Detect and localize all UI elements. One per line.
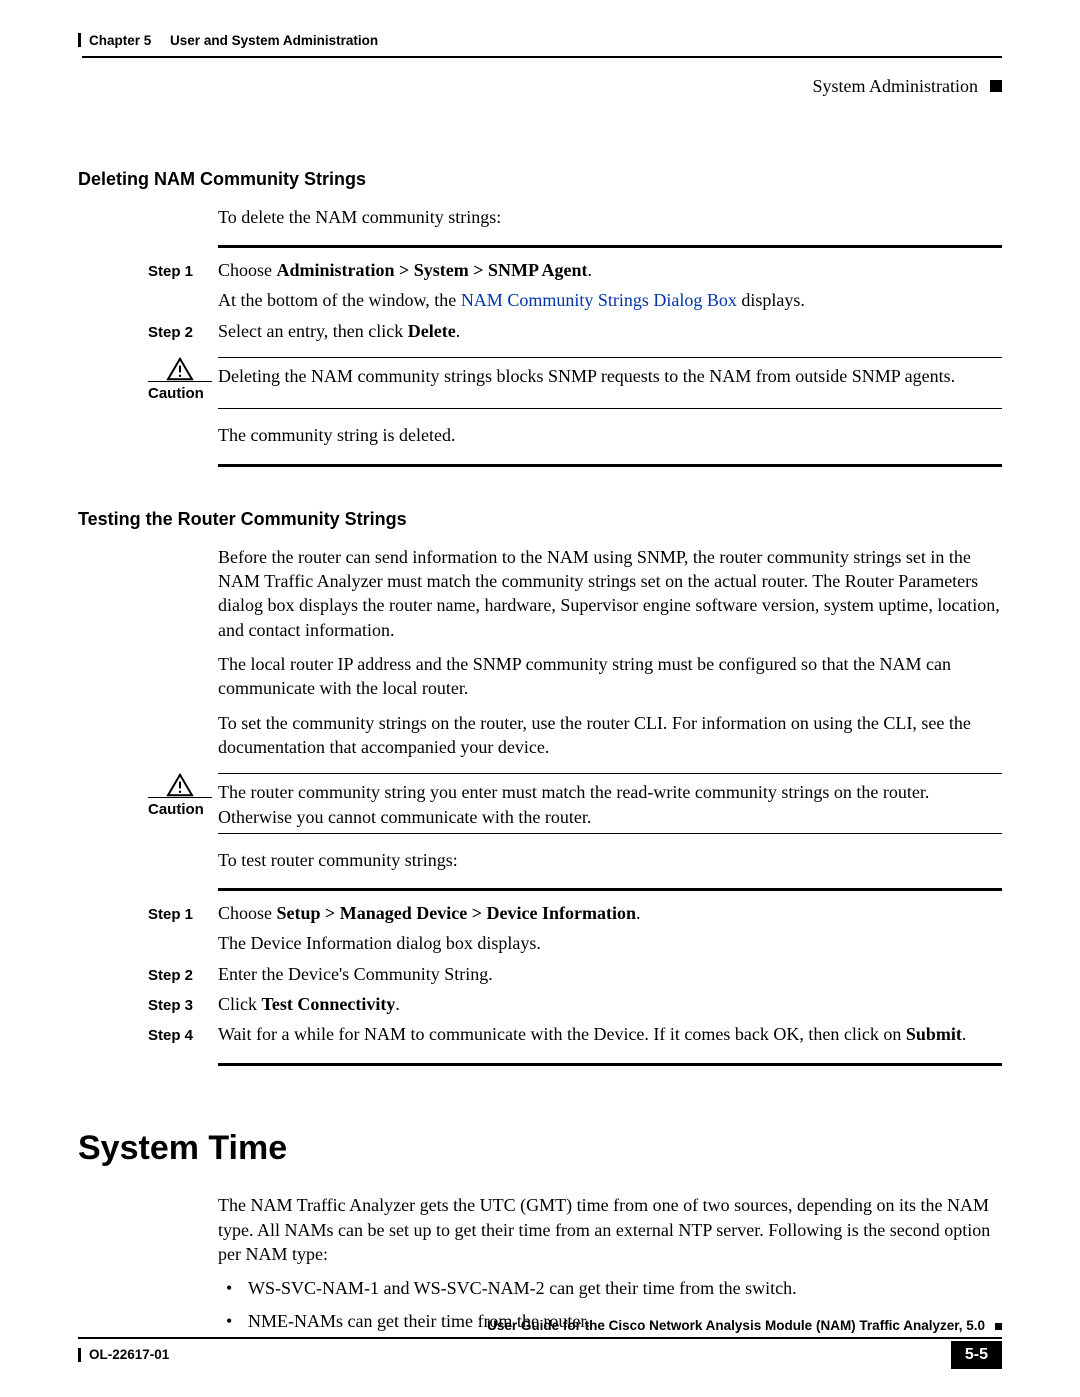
- header-right: System Administration: [78, 74, 1002, 98]
- caution-text: Deleting the NAM community strings block…: [218, 364, 1002, 388]
- footer-guide: User Guide for the Cisco Network Analysi…: [487, 1317, 985, 1335]
- step-body: Click Test Connectivity.: [218, 992, 1002, 1016]
- test-p1: Before the router can send information t…: [218, 545, 1002, 642]
- header-left: Chapter 5 User and System Administration: [78, 32, 378, 50]
- page-number: 5-5: [951, 1341, 1002, 1369]
- bullet-item: WS-SVC-NAM-1 and WS-SVC-NAM-2 can get th…: [236, 1276, 1002, 1300]
- caution-icon: [166, 773, 194, 797]
- caution-block-delete: Caution Deleting the NAM community strin…: [78, 357, 1002, 404]
- bold: Submit: [906, 1024, 962, 1044]
- rule: [218, 245, 1002, 248]
- step-label: Step 1: [78, 905, 218, 925]
- menu-path: Administration > System > SNMP Agent: [277, 260, 588, 280]
- text: .: [962, 1024, 967, 1044]
- step-body: Choose Administration > System > SNMP Ag…: [218, 258, 1002, 313]
- text: .: [588, 260, 593, 280]
- test-p2: The local router IP address and the SNMP…: [218, 652, 1002, 701]
- systime-p1: The NAM Traffic Analyzer gets the UTC (G…: [218, 1193, 1002, 1266]
- step-body: Enter the Device's Community String.: [218, 962, 1002, 986]
- test-intro2: To test router community strings:: [218, 848, 1002, 872]
- text: Choose: [218, 903, 277, 923]
- caution-rule: [218, 357, 1002, 358]
- step-label: Step 4: [78, 1026, 218, 1046]
- text: .: [636, 903, 641, 923]
- menu-path: Setup > Managed Device > Device Informat…: [277, 903, 636, 923]
- section-title-test: Testing the Router Community Strings: [78, 507, 1002, 531]
- delete-bold: Delete: [408, 321, 456, 341]
- header-rule: [82, 56, 1002, 58]
- chapter-number: Chapter 5: [89, 33, 151, 48]
- caution-icon: [166, 357, 194, 381]
- text: At the bottom of the window, the: [218, 290, 461, 310]
- delete-after: The community string is deleted.: [218, 423, 1002, 447]
- square-icon: [995, 1323, 1002, 1330]
- step-label: Step 2: [78, 323, 218, 343]
- header-bar-icon: [78, 33, 81, 47]
- breadcrumb: System Administration: [812, 74, 978, 98]
- step-label: Step 1: [78, 262, 218, 282]
- rule: [218, 464, 1002, 467]
- text: .: [395, 994, 400, 1014]
- text: Wait for a while for NAM to communicate …: [218, 1024, 906, 1044]
- page-header: Chapter 5 User and System Administration: [78, 32, 1002, 50]
- square-icon: [990, 80, 1002, 92]
- caution-rule: [218, 773, 1002, 774]
- delete-intro: To delete the NAM community strings:: [218, 205, 1002, 229]
- text: Choose: [218, 260, 277, 280]
- text: Click: [218, 994, 262, 1014]
- step-body: Choose Setup > Managed Device > Device I…: [218, 901, 1002, 956]
- test-step4: Step 4 Wait for a while for NAM to commu…: [78, 1022, 1002, 1046]
- section-title-delete: Deleting NAM Community Strings: [78, 167, 1002, 191]
- delete-step1: Step 1 Choose Administration > System > …: [78, 258, 1002, 313]
- text: Select an entry, then click: [218, 321, 408, 341]
- rule: [218, 888, 1002, 891]
- step-label: Step 2: [78, 966, 218, 986]
- step-label: Step 3: [78, 996, 218, 1016]
- caution-label: Caution: [148, 800, 218, 820]
- caution-label: Caution: [148, 384, 218, 404]
- page-footer: User Guide for the Cisco Network Analysi…: [78, 1317, 1002, 1369]
- step-body: Wait for a while for NAM to communicate …: [218, 1022, 1002, 1046]
- text: displays.: [737, 290, 805, 310]
- link-nam-dialog[interactable]: NAM Community Strings Dialog Box: [461, 290, 737, 310]
- test-step2: Step 2 Enter the Device's Community Stri…: [78, 962, 1002, 986]
- caution-block-test: Caution The router community string you …: [78, 773, 1002, 829]
- rule: [218, 1063, 1002, 1066]
- footer-bar-icon: [78, 1348, 81, 1362]
- delete-step2: Step 2 Select an entry, then click Delet…: [78, 319, 1002, 343]
- text: The Device Information dialog box displa…: [218, 931, 1002, 955]
- step-body: Select an entry, then click Delete.: [218, 319, 1002, 343]
- footer-docnum: OL-22617-01: [89, 1346, 169, 1364]
- section-title-systime: System Time: [78, 1126, 1002, 1172]
- page: Chapter 5 User and System Administration…: [0, 0, 1080, 1397]
- test-p3: To set the community strings on the rout…: [218, 711, 1002, 760]
- text: .: [456, 321, 461, 341]
- caution-text: The router community string you enter mu…: [218, 780, 1002, 829]
- chapter-title: User and System Administration: [170, 33, 378, 48]
- rule: [218, 408, 1002, 409]
- bold: Test Connectivity: [262, 994, 396, 1014]
- test-step1: Step 1 Choose Setup > Managed Device > D…: [78, 901, 1002, 956]
- rule: [218, 833, 1002, 834]
- test-step3: Step 3 Click Test Connectivity.: [78, 992, 1002, 1016]
